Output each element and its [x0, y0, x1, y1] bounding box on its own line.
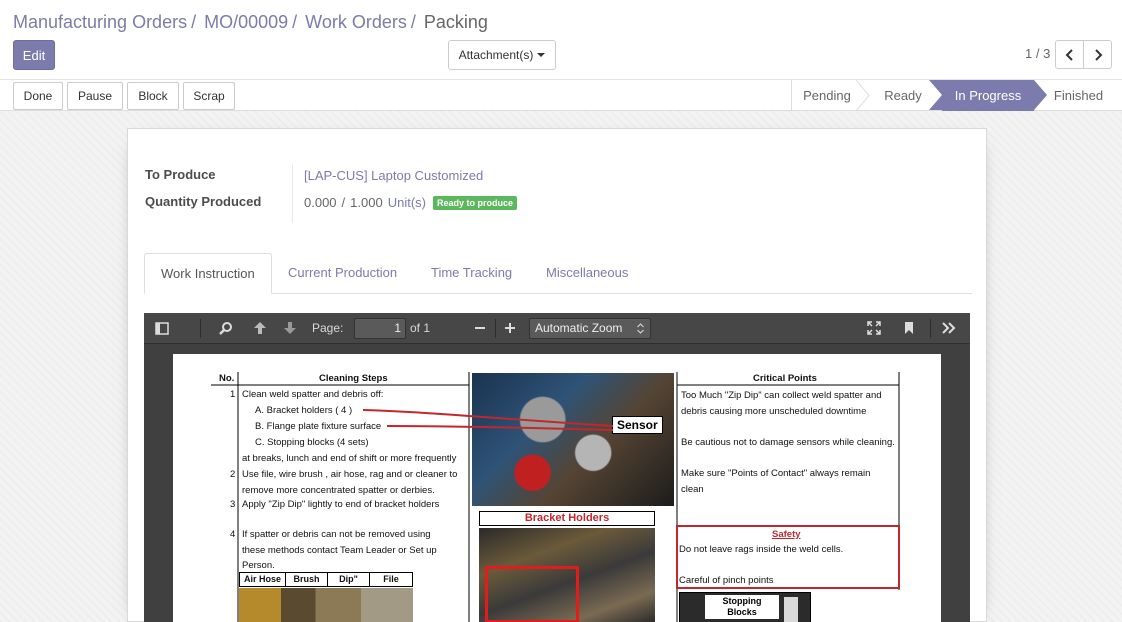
- toolbar-divider: [495, 319, 496, 338]
- to-produce-label: To Produce: [145, 167, 216, 182]
- breadcrumb-mo[interactable]: MO/00009: [204, 11, 288, 33]
- pdf-viewer: Page: 1 of 1 Automatic Zoom No. Cleaning…: [144, 313, 970, 622]
- chevron-right-icon: [1094, 48, 1102, 61]
- stopping-blocks-photo: Stopping Blocks: [679, 592, 811, 622]
- field-divider: [292, 165, 293, 223]
- quantity-produced-label: Quantity Produced: [145, 194, 262, 209]
- stopping-label-line2: Blocks: [727, 607, 757, 617]
- qty-done: 0.000: [304, 195, 337, 210]
- done-button[interactable]: Done: [13, 82, 63, 110]
- attachments-dropdown[interactable]: Attachment(s): [448, 40, 556, 70]
- fullscreen-icon[interactable]: [866, 320, 882, 336]
- quantity-produced-value: 0.000 / 1.000 Unit(s) Ready to produce: [304, 195, 518, 210]
- doc-critical3b: clean: [681, 484, 704, 495]
- pause-button[interactable]: Pause: [67, 82, 123, 110]
- doc-critical2: Be cautious not to damage sensors while …: [681, 437, 895, 448]
- stage-ready[interactable]: Ready: [870, 80, 936, 111]
- doc-safety1: Do not leave rags inside the weld cells.: [679, 544, 844, 555]
- status-badge: Ready to produce: [433, 195, 518, 210]
- breadcrumb-work-orders[interactable]: Work Orders: [305, 11, 407, 33]
- page-label: Page:: [312, 321, 344, 335]
- toolbar-divider: [200, 319, 201, 338]
- statusbar: Done Pause Block Scrap Pending Ready In …: [0, 80, 1122, 111]
- qty-total: 1.000: [350, 195, 383, 210]
- chevron-left-icon: [1065, 48, 1073, 61]
- notebook-tabs: Work Instruction Current Production Time…: [144, 253, 972, 294]
- scrap-button[interactable]: Scrap: [183, 82, 235, 110]
- doc-safety2: Careful of pinch points: [679, 575, 774, 586]
- form-sheet: To Produce Quantity Produced [LAP-CUS] L…: [127, 128, 987, 622]
- breadcrumb-separator: /: [410, 12, 416, 32]
- uom-link[interactable]: Unit(s): [388, 195, 426, 210]
- doc-critical1a: Too Much "Zip Dip" can collect weld spat…: [681, 390, 882, 401]
- stage-arrow-head: [1034, 80, 1047, 110]
- tab-time-tracking[interactable]: Time Tracking: [415, 253, 528, 294]
- stopping-blocks-label: Stopping Blocks: [705, 595, 779, 619]
- stage-in-progress[interactable]: In Progress: [942, 80, 1034, 111]
- sidebar-toggle-icon[interactable]: [154, 320, 170, 336]
- zoom-value: Automatic Zoom: [535, 321, 623, 335]
- zoom-out-icon[interactable]: [472, 320, 488, 336]
- attachments-label: Attachment(s): [458, 48, 534, 62]
- tab-work-instruction[interactable]: Work Instruction: [144, 253, 272, 294]
- pager-previous-button[interactable]: [1055, 40, 1084, 69]
- stopping-label-line1: Stopping: [722, 596, 762, 606]
- stage-arrow-tail: [929, 80, 942, 110]
- control-panel: Manufacturing Orders / MO/00009 / Work O…: [0, 0, 1122, 80]
- product-link[interactable]: [LAP-CUS] Laptop Customized: [304, 168, 483, 183]
- tab-miscellaneous[interactable]: Miscellaneous: [530, 253, 644, 294]
- stage-pending[interactable]: Pending: [792, 80, 862, 111]
- doc-safety-title: Safety: [772, 529, 801, 540]
- page-total: of 1: [410, 321, 431, 335]
- stage-chevron-icon: [856, 80, 870, 111]
- pager-value[interactable]: 1 / 3: [1025, 46, 1050, 61]
- arrow-up-icon[interactable]: [252, 320, 268, 336]
- bookmark-icon[interactable]: [901, 320, 917, 336]
- stage-finished[interactable]: Finished: [1047, 80, 1110, 111]
- zoom-select[interactable]: Automatic Zoom: [529, 318, 651, 339]
- zoom-in-icon[interactable]: [502, 320, 518, 336]
- breadcrumb: Manufacturing Orders / MO/00009 / Work O…: [13, 11, 488, 33]
- block-button[interactable]: Block: [127, 82, 179, 110]
- page-number-input[interactable]: 1: [354, 318, 406, 339]
- to-produce-value: [LAP-CUS] Laptop Customized: [304, 168, 483, 183]
- block-part: [784, 597, 798, 622]
- select-arrows-icon: [637, 323, 644, 334]
- qty-separator: /: [341, 195, 346, 210]
- edit-button[interactable]: Edit: [13, 40, 55, 70]
- search-icon[interactable]: [218, 320, 234, 336]
- breadcrumb-separator: /: [191, 12, 197, 32]
- caret-down-icon: [537, 53, 546, 57]
- breadcrumb-manufacturing-orders[interactable]: Manufacturing Orders: [13, 11, 187, 33]
- arrow-down-icon[interactable]: [282, 320, 298, 336]
- breadcrumb-separator: /: [292, 12, 298, 32]
- pdf-page: No. Cleaning Steps Critical Points 1 Cle…: [173, 354, 941, 622]
- pager-next-button[interactable]: [1083, 40, 1112, 69]
- doc-critical1b: debris causing more unscheduled downtime: [681, 406, 867, 417]
- doc-critical3a: Make sure "Points of Contact" always rem…: [681, 468, 871, 479]
- pdf-toolbar: Page: 1 of 1 Automatic Zoom: [144, 313, 970, 344]
- tab-current-production[interactable]: Current Production: [272, 253, 413, 294]
- toolbar-divider: [930, 319, 931, 338]
- breadcrumb-current: Packing: [423, 12, 488, 32]
- double-chevron-right-icon[interactable]: [941, 320, 957, 336]
